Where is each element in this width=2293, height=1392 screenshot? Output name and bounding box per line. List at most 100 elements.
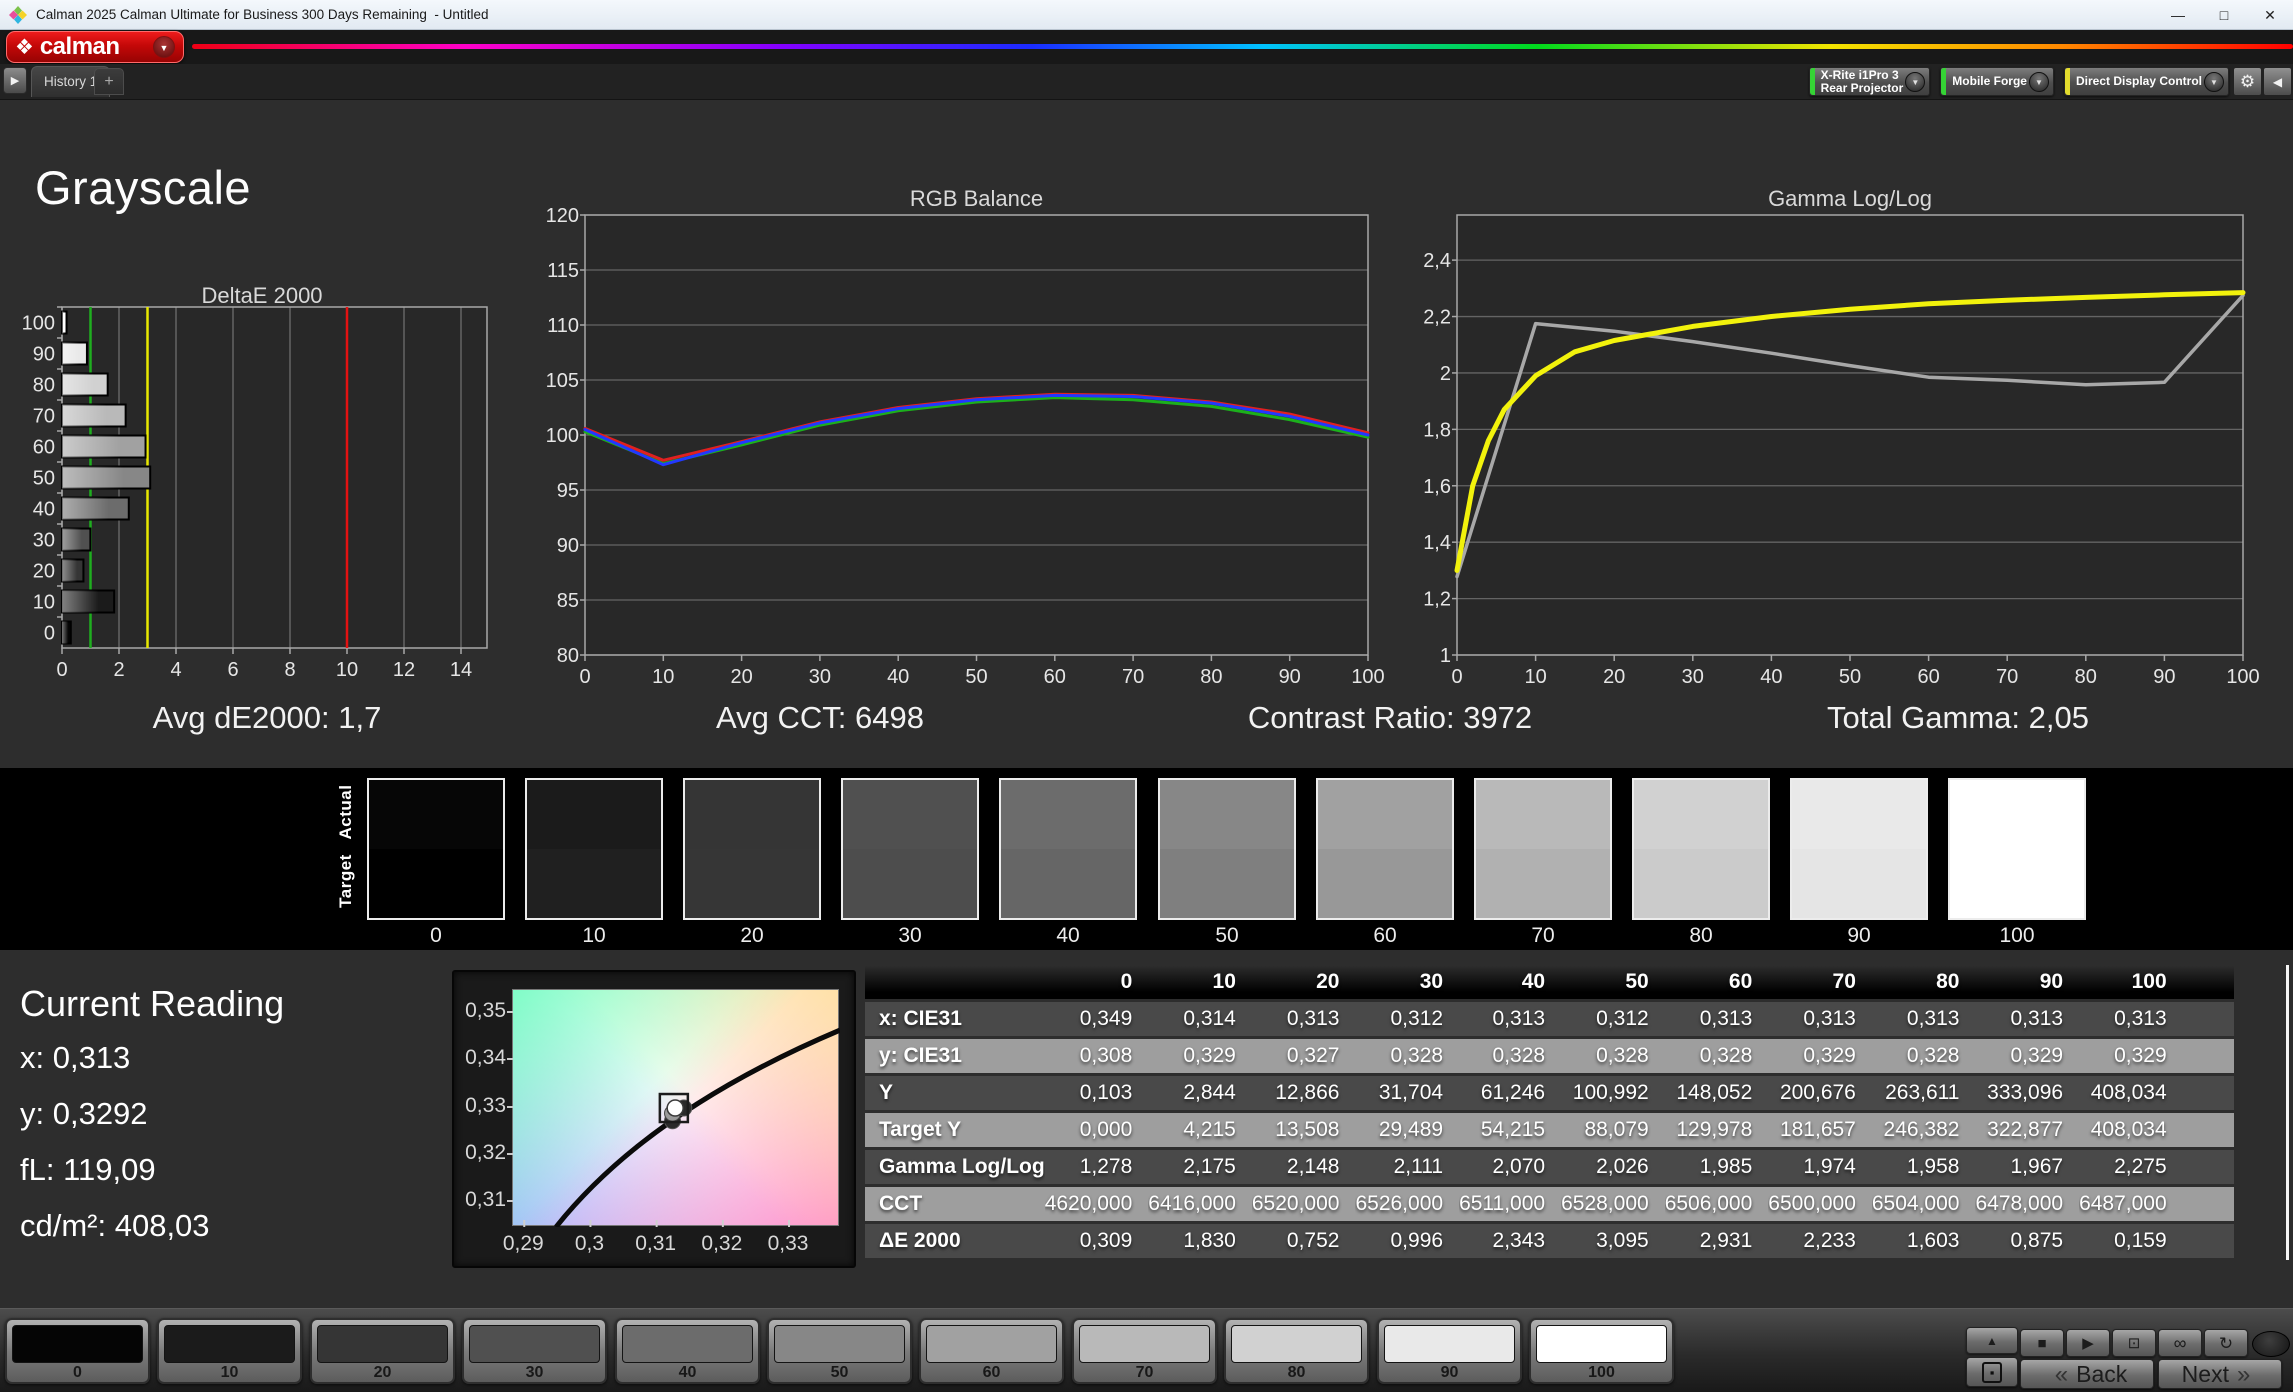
calman-menu-button[interactable]: ❖ calman ▼ (6, 31, 184, 63)
minimize-button[interactable]: — (2155, 0, 2201, 30)
strip-swatch-0 (367, 778, 505, 920)
cell-value: 61,246 (1459, 1074, 1562, 1113)
device-dropdowns: X-Rite i1Pro 3 Rear Projector ▼ Mobile Forg… (1808, 67, 2229, 96)
svg-text:6: 6 (227, 659, 238, 681)
svg-text:1,8: 1,8 (1423, 419, 1451, 441)
svg-text:70: 70 (33, 406, 55, 428)
pattern-level-label: 80 (1287, 1364, 1306, 1381)
svg-text:20: 20 (33, 561, 55, 583)
device-dropdown-2[interactable]: Direct Display Control ▼ (2063, 67, 2229, 96)
cell-value: 2,175 (1148, 1148, 1252, 1187)
close-button[interactable]: ✕ (2247, 0, 2293, 30)
tab-scroll-button[interactable]: ▶ (3, 67, 27, 94)
add-tab-button[interactable]: + (94, 68, 124, 95)
cell-value: 0,752 (1251, 1222, 1356, 1261)
deltae-bar-chart: 10090807060504030201000 2 4 6 8 10 12 14 (22, 306, 488, 681)
cell-value: 6500,000 (1768, 1185, 1872, 1224)
actual-patch (369, 780, 503, 849)
pattern-button-50[interactable]: 50 (767, 1318, 912, 1384)
cell-value: 6520,000 (1251, 1185, 1356, 1224)
cell-value: 2,070 (1459, 1148, 1562, 1187)
row-label: Target Y (865, 1111, 1045, 1150)
stop-measure-button[interactable]: ■ (2020, 1329, 2064, 1357)
repeat-measure-button[interactable]: ↻ (2204, 1329, 2248, 1357)
table-row: CCT 4620,000 6416,000 6520,000 6526,000 6511,… (865, 1185, 2234, 1224)
strip-swatch-level-label: 80 (1689, 924, 1713, 947)
pattern-button-100[interactable]: 100 (1529, 1318, 1674, 1384)
pattern-button-40[interactable]: 40 (615, 1318, 760, 1384)
cell-value: 263,611 (1871, 1074, 1976, 1113)
pattern-button-80[interactable]: 80 (1224, 1318, 1369, 1384)
continuous-measure-button[interactable]: ∞ (2158, 1329, 2202, 1357)
svg-text:50: 50 (33, 468, 55, 490)
cell-value: 0,313 (1664, 1000, 1769, 1039)
collapse-panel-button[interactable]: ◀ (2263, 67, 2292, 96)
pattern-source-button[interactable]: ⊡ (2112, 1329, 2156, 1357)
device-dropdown-1[interactable]: Mobile Forge ▼ (1940, 67, 2054, 96)
svg-text:60: 60 (33, 437, 55, 459)
cell-value: 0,308 (1044, 1037, 1149, 1076)
cie-x-tick: 0,3 (574, 1232, 605, 1255)
pattern-button-70[interactable]: 70 (1072, 1318, 1217, 1384)
chevron-right-icon: » (2236, 1361, 2251, 1388)
svg-text:0: 0 (1451, 666, 1462, 688)
pattern-window-toggle-button[interactable]: ▪ (1966, 1357, 2018, 1387)
cell-value: 0,328 (1459, 1037, 1562, 1076)
cell-value: 0,328 (1664, 1037, 1769, 1076)
pattern-button-30[interactable]: 30 (462, 1318, 607, 1384)
pattern-button-60[interactable]: 60 (919, 1318, 1064, 1384)
table-row: Y 0,103 2,844 12,866 31,704 61,246 100,992 148,… (865, 1074, 2234, 1113)
pattern-button-90[interactable]: 90 (1377, 1318, 1522, 1384)
logo-bar: ❖ calman ▼ (0, 30, 2293, 64)
pattern-swatch (622, 1325, 753, 1363)
pattern-level-label: 30 (525, 1364, 544, 1381)
target-patch (843, 849, 977, 918)
window-title: Calman 2025 Calman Ultimate for Business… (36, 7, 489, 22)
table-row: Gamma Log/Log 1,278 2,175 2,148 2,111 2,070 2,… (865, 1148, 2234, 1187)
pattern-level-label: 70 (1135, 1364, 1154, 1381)
reading-cdm2: cd/m²: 408,03 (20, 1208, 210, 1243)
cell-value: 1,967 (1975, 1148, 2080, 1187)
chevron-down-icon: ▼ (1905, 72, 1926, 92)
pattern-button-10[interactable]: 10 (157, 1318, 302, 1384)
device-dropdown-0[interactable]: X-Rite i1Pro 3 Rear Projector ▼ (1808, 67, 1931, 96)
pattern-window-up-button[interactable]: ▲ (1966, 1327, 2018, 1354)
cell-value: 333,096 (1975, 1074, 2080, 1113)
target-patch (1476, 849, 1610, 918)
svg-text:80: 80 (33, 375, 55, 397)
cell-value: 0,103 (1044, 1074, 1149, 1113)
gear-icon[interactable]: ⚙ (2233, 67, 2262, 96)
table-col-header-80: 80 (1871, 965, 1976, 1002)
cie-y-tick: 0,33 (465, 1093, 506, 1117)
device-status-bar (1809, 68, 1815, 95)
svg-text:105: 105 (546, 370, 579, 392)
tab-label: History 1 (44, 74, 98, 89)
cell-value: 0,000 (1044, 1111, 1149, 1150)
pattern-level-label: 50 (830, 1364, 849, 1381)
strip-swatch-level-label: 30 (898, 924, 922, 947)
reading-x: x: 0,313 (20, 1040, 131, 1075)
row-filler (2182, 1185, 2234, 1224)
back-button[interactable]: « Back (2020, 1359, 2154, 1389)
device-status-bar (1941, 68, 1947, 95)
play-measure-button[interactable]: ▶ (2066, 1329, 2110, 1357)
cie-y-tickmark (507, 1152, 513, 1155)
cell-value: 1,958 (1871, 1148, 1976, 1187)
chevron-down-icon: ▼ (153, 36, 175, 58)
scrollbar[interactable] (2286, 965, 2289, 1260)
chevron-left-icon: « (2054, 1361, 2069, 1388)
rainbow-divider (192, 44, 2293, 49)
svg-text:30: 30 (33, 530, 55, 552)
pattern-button-20[interactable]: 20 (310, 1318, 455, 1384)
next-button[interactable]: Next » (2158, 1359, 2282, 1389)
cell-value: 0,996 (1355, 1222, 1460, 1261)
maximize-button[interactable]: □ (2201, 0, 2247, 30)
svg-text:20: 20 (730, 666, 752, 688)
svg-text:1,2: 1,2 (1423, 589, 1451, 611)
pattern-button-0[interactable]: 0 (5, 1318, 150, 1384)
cell-value: 4620,000 (1044, 1185, 1149, 1224)
reading-y: y: 0,3292 (20, 1096, 148, 1131)
cell-value: 2,275 (2079, 1148, 2183, 1187)
svg-text:60: 60 (1917, 666, 1939, 688)
cell-value: 0,313 (1251, 1000, 1356, 1039)
